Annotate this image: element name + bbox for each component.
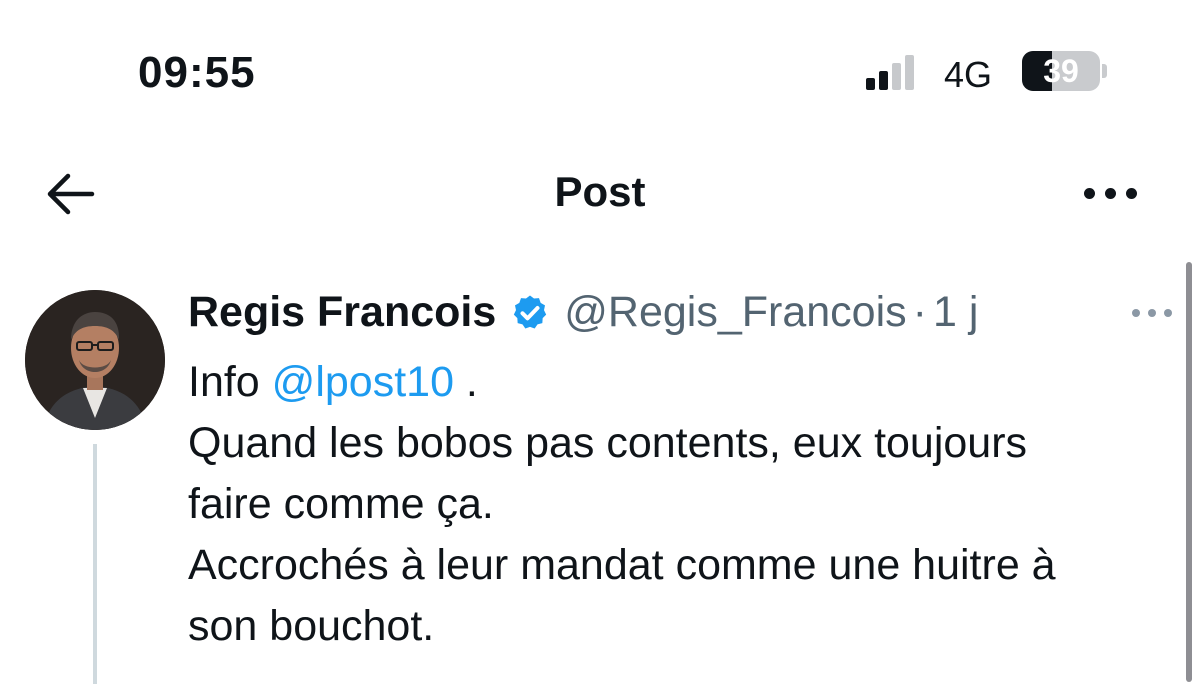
page-title: Post: [554, 168, 646, 215]
tweet-text-line: faire comme ça.: [188, 480, 494, 528]
tweet-header: Regis Francois @Regis_Francois · 1 j: [188, 288, 978, 337]
status-time: 09:55: [138, 48, 256, 97]
thread-line: [93, 444, 97, 684]
mention-link[interactable]: @lpost10: [272, 358, 454, 406]
author-handle[interactable]: @Regis_Francois: [564, 288, 906, 337]
battery-icon: 39: [1022, 51, 1100, 91]
meta-separator: ·: [912, 288, 927, 336]
tweet-text-line: son bouchot.: [188, 602, 435, 650]
battery-cap: [1102, 64, 1107, 78]
scrollbar[interactable]: [1186, 262, 1192, 682]
tweet-text-line: Quand les bobos pas contents, eux toujou…: [188, 419, 1028, 467]
tweet-text-line: Accrochés à leur mandat comme une huitre…: [188, 541, 1056, 589]
tweet-text-line: Info @lpost10 .: [188, 352, 1178, 413]
tweet-age[interactable]: 1 j: [933, 288, 978, 337]
author-name[interactable]: Regis Francois: [188, 288, 496, 337]
verified-badge-icon: [514, 295, 547, 328]
tweet-more-icon[interactable]: [1130, 307, 1174, 319]
more-horizontal-icon[interactable]: [1082, 186, 1140, 202]
network-type: 4G: [944, 54, 993, 95]
tweet-text-suffix: .: [453, 358, 478, 406]
battery-percentage: 39: [1043, 53, 1079, 89]
tweet-text-prefix: Info: [188, 358, 272, 406]
cellular-signal-icon: [866, 54, 926, 90]
tweet-text: Info @lpost10 . Quand les bobos pas cont…: [188, 352, 1178, 657]
avatar[interactable]: [25, 290, 165, 430]
